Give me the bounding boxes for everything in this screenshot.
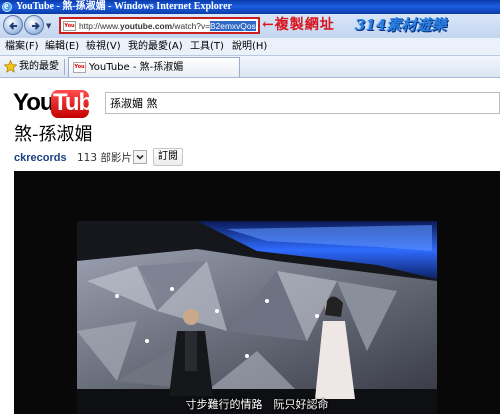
- favorites-button[interactable]: 我的最愛: [19, 59, 59, 75]
- channel-dropdown-button[interactable]: [133, 150, 147, 164]
- back-button[interactable]: [3, 15, 23, 35]
- menu-edit[interactable]: 編輯(E): [45, 40, 79, 54]
- toolbar-divider: [64, 59, 65, 75]
- url-selected-part: B2emxvQos-Q: [210, 21, 256, 31]
- forward-arrow-icon: [32, 22, 40, 30]
- menu-file[interactable]: 檔案(F): [5, 40, 39, 54]
- forward-button[interactable]: [24, 15, 44, 35]
- tab-label: YouTube - 煞-孫淑媚: [89, 62, 184, 73]
- chevron-down-icon: [136, 154, 144, 160]
- video-frame: 寸步難行的情路 阮只好認命: [77, 221, 437, 414]
- youtube-logo[interactable]: You Tube: [13, 88, 106, 120]
- channel-link[interactable]: ckrecords: [14, 151, 67, 166]
- tab-youtube[interactable]: You YouTube - 煞-孫淑媚: [68, 57, 240, 77]
- menu-favorites[interactable]: 我的最愛(A): [128, 40, 183, 54]
- youtube-favicon-icon: You: [63, 21, 76, 31]
- ie-icon: [2, 0, 12, 14]
- copy-url-annotation: ←複製網址: [262, 17, 335, 33]
- history-dropdown-icon[interactable]: ▼: [46, 22, 51, 30]
- youtube-favicon-icon: You: [73, 62, 86, 73]
- address-row: ▼ You http://www.youtube.com/watch?v=B2e…: [0, 14, 500, 38]
- menu-view[interactable]: 檢視(V): [86, 40, 121, 54]
- video-count: 113 部影片: [77, 152, 132, 164]
- url-path: /watch?v=: [172, 21, 211, 31]
- url-text: http://www.youtube.com/watch?v=B2emxvQos…: [79, 20, 256, 32]
- video-scene: [77, 221, 437, 414]
- favorites-bar: 我的最愛 You YouTube - 煞-孫淑媚: [0, 56, 500, 78]
- watermark-brand: 314素材遊樂: [355, 16, 447, 34]
- url-scheme: http://www.: [79, 21, 120, 31]
- window-title: YouTube - 煞-孫淑媚 - Windows Internet Explo…: [16, 1, 232, 12]
- address-input[interactable]: You http://www.youtube.com/watch?v=B2emx…: [59, 17, 260, 34]
- subscribe-button[interactable]: 訂閱: [153, 148, 183, 166]
- menu-bar: 檔案(F) 編輯(E) 檢視(V) 我的最愛(A) 工具(T) 說明(H): [0, 38, 500, 56]
- favorites-star-icon[interactable]: [4, 60, 17, 73]
- menu-help[interactable]: 說明(H): [232, 40, 267, 54]
- video-subtitle: 寸步難行的情路 阮只好認命: [185, 398, 329, 411]
- web-page: You Tube 孫淑媚 煞 煞-孫淑媚 ckrecords 113 部影片 訂…: [0, 78, 500, 414]
- search-query: 孫淑媚 煞: [110, 97, 158, 110]
- logo-tube: Tube: [53, 89, 106, 116]
- search-input[interactable]: 孫淑媚 煞: [105, 92, 500, 114]
- window-title-bar: YouTube - 煞-孫淑媚 - Windows Internet Explo…: [0, 0, 500, 14]
- video-player[interactable]: 寸步難行的情路 阮只好認命: [14, 171, 500, 414]
- url-domain: youtube.com: [119, 21, 173, 31]
- video-title: 煞-孫淑媚: [14, 124, 93, 145]
- logo-you: You: [13, 89, 55, 116]
- menu-tools[interactable]: 工具(T): [190, 40, 224, 54]
- back-arrow-icon: [9, 22, 17, 30]
